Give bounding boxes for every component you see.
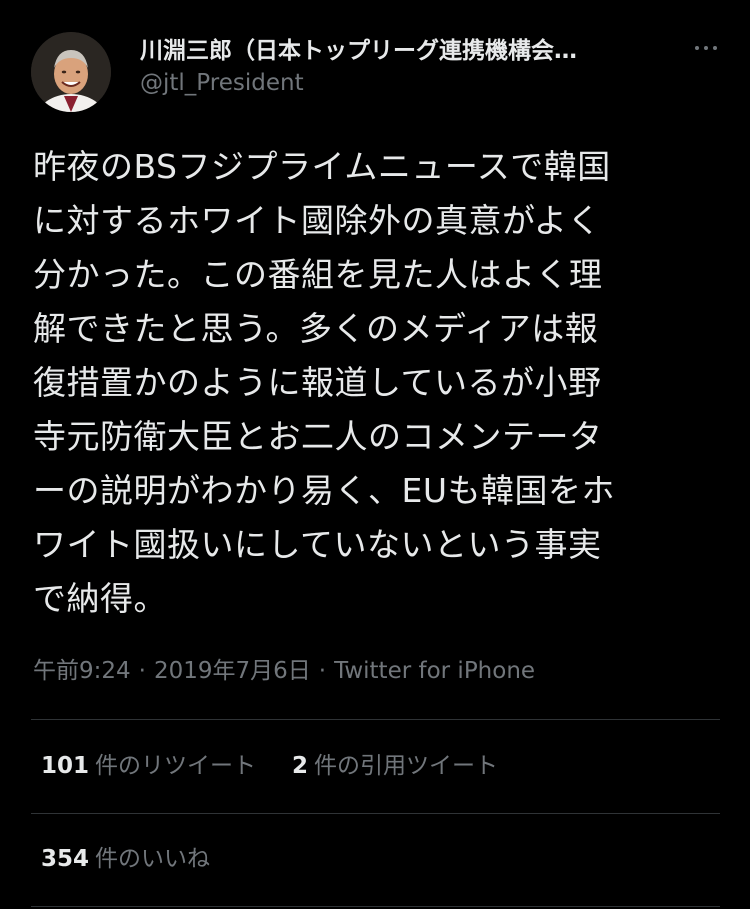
more-horizontal-icon[interactable] (686, 30, 726, 66)
tweet-text-line: 昨夜のBSフジプライムニュースで韓国 (33, 147, 611, 186)
likes-count: 354 (41, 846, 90, 872)
more-dot (713, 46, 717, 50)
tweet-source[interactable]: Twitter for iPhone (334, 658, 535, 684)
likes-stat[interactable]: 354 件のいいね (41, 843, 210, 875)
tweet-text-line: に対するホワイト國除外の真意がよく (33, 201, 601, 240)
avatar-image (31, 32, 111, 112)
engagement-row: 101 件のリツイート 2 件の引用ツイート (41, 750, 534, 782)
more-dot (704, 46, 708, 50)
avatar[interactable] (31, 32, 111, 112)
likes-label: 件のいいね (95, 846, 211, 872)
tweet-text-line: 分かった。この番組を見た人はよく理 (33, 255, 603, 294)
author-display-name[interactable]: 川淵三郎（日本トップリーグ連携機構会… (140, 36, 670, 66)
tweet-detail: 川淵三郎（日本トップリーグ連携機構会… @jtl_President 昨夜のBS… (0, 0, 750, 909)
divider (31, 719, 720, 720)
meta-separator: · (138, 658, 146, 684)
tweet-text-line: 復措置かのように報道しているが小野 (33, 363, 602, 402)
retweets-stat[interactable]: 101 件のリツイート (41, 750, 256, 782)
tweet-text: 昨夜のBSフジプライムニュースで韓国 に対するホワイト國除外の真意がよく 分かっ… (33, 140, 723, 626)
quote-tweets-label: 件の引用ツイート (314, 753, 499, 779)
tweet-text-line: ーの説明がわかり易く、EUも韓国をホ (33, 471, 616, 510)
meta-separator: · (318, 658, 327, 684)
author-handle[interactable]: @jtl_President (140, 68, 304, 98)
divider (31, 813, 720, 814)
divider (31, 906, 720, 907)
tweet-text-line: 寺元防衛大臣とお二人のコメンテータ (33, 417, 603, 456)
tweet-text-line: 解できたと思う。多くのメディアは報 (33, 309, 599, 348)
likes-row: 354 件のいいね (41, 843, 246, 875)
retweets-count: 101 (41, 753, 90, 779)
quote-tweets-count: 2 (292, 753, 309, 779)
more-dot (695, 46, 699, 50)
tweet-text-line: で納得。 (33, 579, 167, 618)
tweet-time[interactable]: 午前9:24 (33, 658, 131, 684)
tweet-date[interactable]: 2019年7月6日 (154, 658, 311, 684)
retweets-label: 件のリツイート (95, 753, 257, 779)
tweet-meta: 午前9:24 · 2019年7月6日 · Twitter for iPhone (33, 655, 535, 687)
tweet-text-line: ワイト國扱いにしていないという事実 (33, 525, 602, 564)
quote-tweets-stat[interactable]: 2 件の引用ツイート (292, 750, 498, 782)
